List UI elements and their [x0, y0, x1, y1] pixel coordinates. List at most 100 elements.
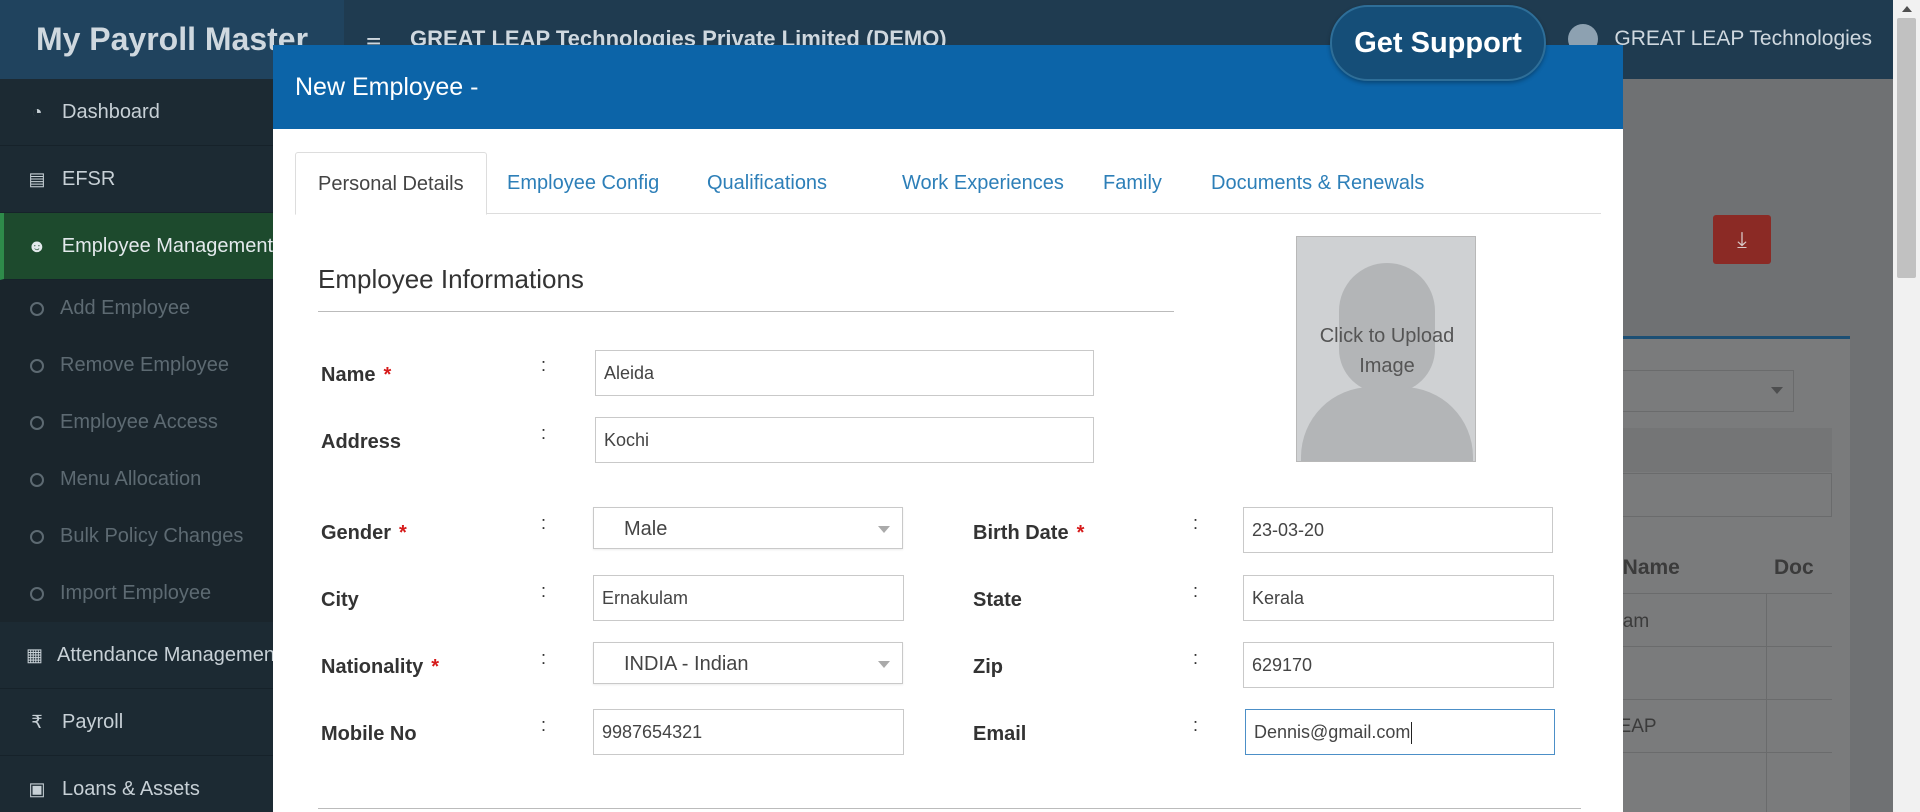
birth-date-field[interactable]: 23-03-20: [1243, 507, 1553, 553]
colon: :: [1193, 513, 1199, 533]
circle-icon: [30, 472, 44, 487]
mobile-label: Mobile No: [321, 723, 417, 745]
tab-qualifications[interactable]: Qualifications: [707, 152, 827, 214]
background-select[interactable]: [1622, 370, 1794, 412]
state-label: State: [973, 589, 1022, 611]
colon: :: [1193, 648, 1199, 668]
nationality-label: Nationality *: [321, 656, 439, 679]
download-button[interactable]: ⤓: [1713, 215, 1771, 264]
sidebar-subitem-add-employee[interactable]: Add Employee: [0, 280, 273, 337]
email-label: Email: [973, 723, 1027, 745]
page-scrollbar[interactable]: [1893, 0, 1920, 812]
mobile-field[interactable]: 9987654321: [593, 709, 904, 755]
circle-icon: [30, 586, 44, 601]
sidebar-subitem-label: Remove Employee: [60, 354, 229, 376]
upload-label: Click to Upload Image: [1319, 325, 1455, 377]
user-plus-icon: ☻: [27, 235, 47, 256]
gender-select[interactable]: Male: [593, 507, 903, 549]
tab-personal-details[interactable]: Personal Details: [295, 152, 487, 215]
divider: [1622, 646, 1832, 647]
scrollbar-thumb[interactable]: [1897, 18, 1916, 278]
sidebar-item-attendance-management[interactable]: ▦ Attendance Management: [0, 622, 273, 689]
address-field[interactable]: Kochi: [595, 417, 1094, 463]
divider: [318, 311, 1174, 312]
list-icon: ▤: [28, 168, 46, 189]
get-support-button[interactable]: Get Support: [1330, 5, 1546, 81]
table-header: Doc: [1774, 556, 1814, 579]
nationality-select[interactable]: INDIA - Indian: [593, 642, 903, 684]
chevron-down-icon: [878, 526, 890, 533]
email-value: Dennis@gmail.com: [1254, 722, 1411, 742]
sidebar-subitem-remove-employee[interactable]: Remove Employee: [0, 337, 273, 394]
dashboard-icon: ◔: [31, 101, 43, 122]
zip-field[interactable]: 629170: [1243, 642, 1554, 688]
sidebar-item-employee-management[interactable]: ☻ Employee Management: [0, 213, 273, 280]
sidebar-item-loans-assets[interactable]: ▣ Loans & Assets: [0, 756, 273, 812]
city-field[interactable]: Ernakulam: [593, 575, 904, 621]
circle-icon: [30, 529, 44, 544]
tab-employee-config[interactable]: Employee Config: [507, 152, 659, 214]
required-mark: *: [399, 522, 407, 544]
money-icon: ▣: [28, 778, 46, 799]
name-field[interactable]: Aleida: [595, 350, 1094, 396]
colon: :: [541, 715, 547, 735]
divider: [318, 808, 1581, 809]
state-field[interactable]: Kerala: [1243, 575, 1554, 621]
sidebar-item-label: Payroll: [62, 710, 124, 733]
sidebar-item-dashboard[interactable]: ◔ Dashboard: [0, 79, 273, 146]
required-mark: *: [431, 656, 440, 678]
chevron-down-icon: [1771, 387, 1783, 394]
tab-work-experiences[interactable]: Work Experiences: [902, 152, 1064, 214]
sidebar-subitem-menu-allocation[interactable]: Menu Allocation: [0, 451, 273, 508]
rupee-icon: ₹: [31, 711, 43, 732]
tab-documents-renewals[interactable]: Documents & Renewals: [1211, 152, 1424, 214]
new-employee-modal: New Employee - Personal Details Employee…: [273, 45, 1623, 812]
user-name: GREAT LEAP Technologies: [1614, 27, 1872, 50]
colon: :: [1193, 715, 1199, 735]
sidebar-item-label: Dashboard: [62, 100, 160, 123]
photo-upload[interactable]: Click to Upload Image: [1296, 236, 1476, 462]
colon: :: [541, 355, 547, 375]
gender-label: Gender *: [321, 522, 407, 545]
download-icon: ⤓: [1737, 227, 1747, 252]
circle-icon: [30, 301, 44, 316]
text-cursor: [1411, 722, 1413, 745]
sidebar-subitem-label: Add Employee: [60, 297, 191, 319]
required-mark: *: [383, 364, 392, 386]
sidebar-item-efsr[interactable]: ▤ EFSR: [0, 146, 273, 213]
calendar-icon: ▦: [26, 644, 44, 665]
divider: [1622, 752, 1832, 753]
sidebar-item-label: Loans & Assets: [62, 777, 200, 800]
divider: [1622, 593, 1832, 594]
avatar-placeholder-shoulders: [1301, 387, 1473, 461]
tab-bar: Personal Details Employee Config Qualifi…: [295, 152, 1601, 215]
background-row: [1622, 428, 1832, 472]
chevron-down-icon: [878, 661, 890, 668]
required-mark: *: [1076, 522, 1085, 544]
sidebar-subitem-import-employee[interactable]: Import Employee: [0, 565, 273, 622]
sidebar-item-label: Attendance Management: [57, 643, 273, 666]
sidebar-subitem-label: Employee Access: [60, 411, 218, 433]
name-label: Name *: [321, 364, 391, 387]
background-search-input[interactable]: [1622, 473, 1832, 517]
circle-icon: [30, 358, 44, 373]
circle-icon: [30, 415, 44, 430]
sidebar-subitem-employee-access[interactable]: Employee Access: [0, 394, 273, 451]
label-text: Gender: [321, 522, 392, 544]
divider: [1766, 593, 1767, 812]
sidebar-subitem-label: Bulk Policy Changes: [60, 525, 244, 547]
label-text: Nationality: [321, 656, 424, 678]
birth-date-label: Birth Date *: [973, 522, 1084, 545]
city-label: City: [321, 589, 359, 611]
sidebar-item-payroll[interactable]: ₹ Payroll: [0, 689, 273, 756]
divider: [1622, 699, 1832, 700]
colon: :: [1193, 581, 1199, 601]
sidebar: ◔ Dashboard ▤ EFSR ☻ Employee Management…: [0, 79, 273, 812]
tab-family[interactable]: Family: [1103, 152, 1162, 214]
email-field[interactable]: Dennis@gmail.com: [1245, 709, 1555, 755]
colon: :: [541, 423, 547, 443]
scroll-up-arrow-icon[interactable]: [1902, 6, 1912, 12]
sidebar-subitem-bulk-policy-changes[interactable]: Bulk Policy Changes: [0, 508, 273, 565]
address-label: Address: [321, 431, 402, 453]
colon: :: [541, 581, 547, 601]
